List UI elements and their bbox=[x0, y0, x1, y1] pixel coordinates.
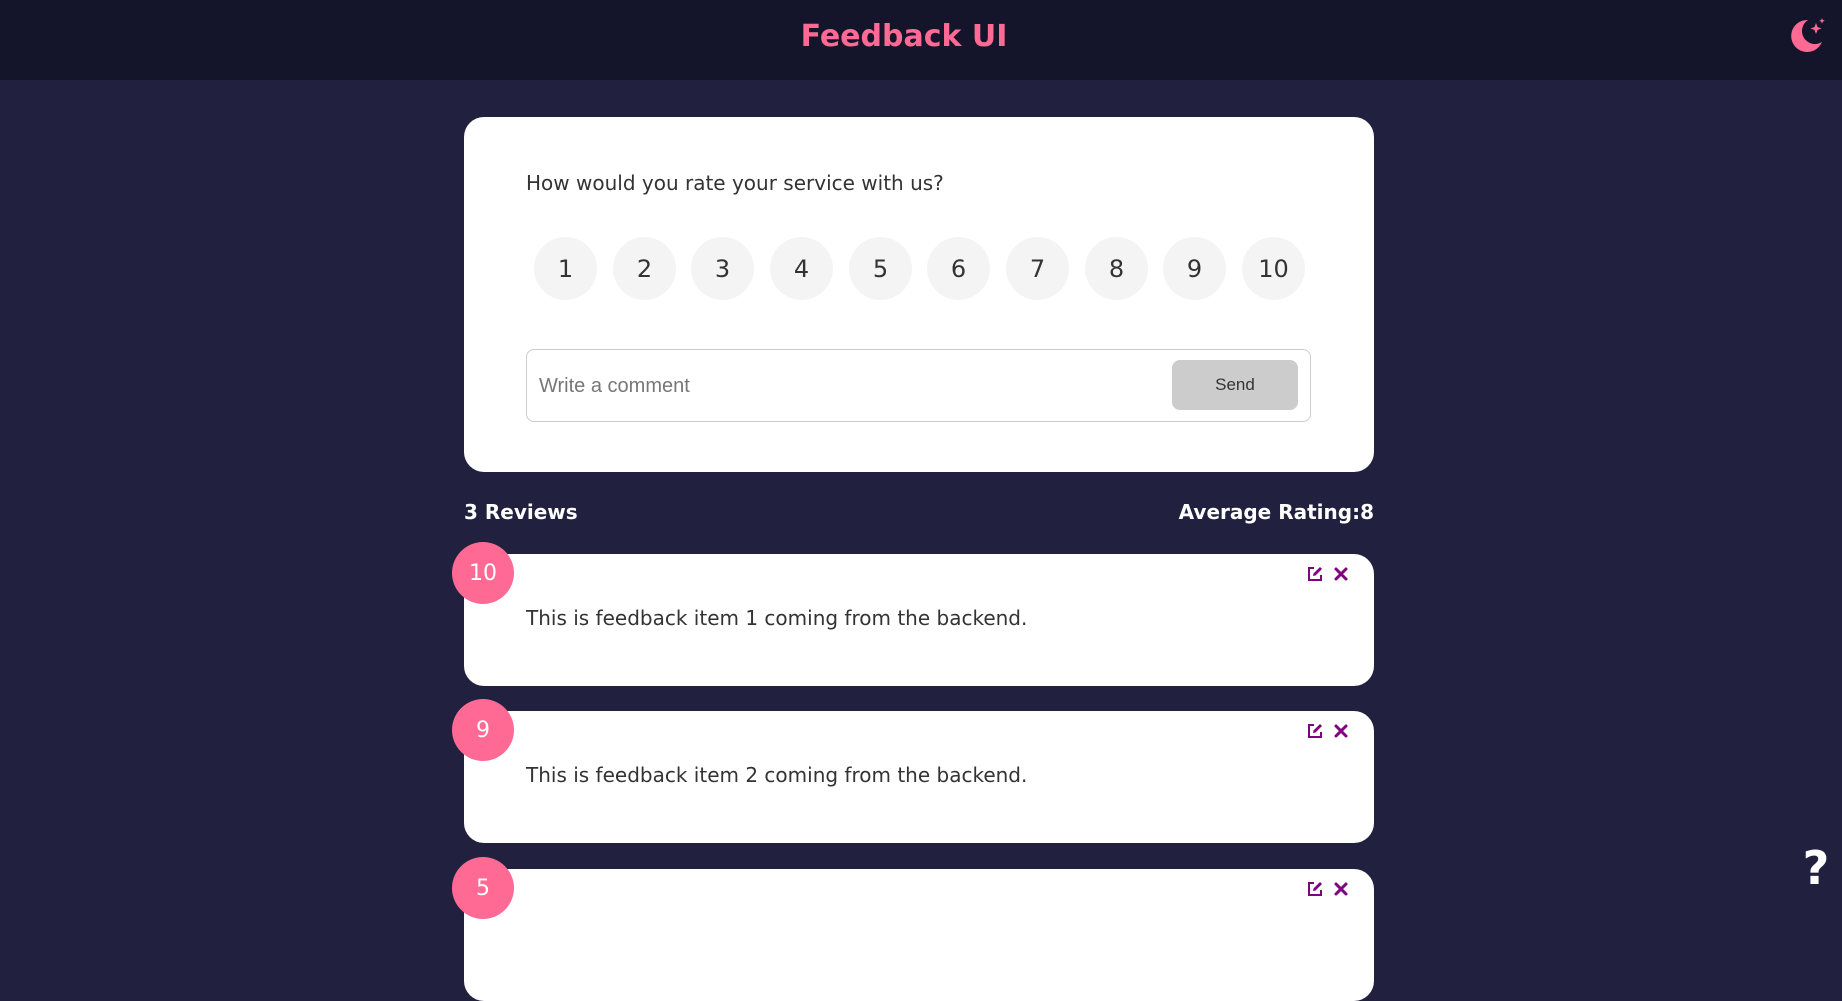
rating-option-7[interactable]: 7 bbox=[1006, 237, 1069, 300]
edit-icon[interactable] bbox=[1306, 565, 1324, 583]
rating-option-8[interactable]: 8 bbox=[1085, 237, 1148, 300]
close-icon[interactable] bbox=[1332, 880, 1350, 898]
app-title: Feedback UI bbox=[800, 18, 1008, 54]
feedback-item: 9 This is feedback item 2 coming from th… bbox=[452, 699, 1374, 843]
rating-option-6[interactable]: 6 bbox=[927, 237, 990, 300]
rating-question: How would you rate your service with us? bbox=[526, 171, 944, 195]
comment-box: Send bbox=[526, 349, 1311, 422]
question-mark-icon[interactable]: ? bbox=[1796, 842, 1836, 894]
moon-stars-icon[interactable] bbox=[1786, 16, 1826, 56]
close-icon[interactable] bbox=[1332, 722, 1350, 740]
feedback-item: 5 bbox=[452, 857, 1374, 1001]
feedback-text: This is feedback item 2 coming from the … bbox=[526, 763, 1028, 787]
rating-options: 1 2 3 4 5 6 7 8 9 10 bbox=[534, 237, 1334, 301]
rating-option-3[interactable]: 3 bbox=[691, 237, 754, 300]
rating-option-9[interactable]: 9 bbox=[1163, 237, 1226, 300]
rating-option-10[interactable]: 10 bbox=[1242, 237, 1305, 300]
rating-option-5[interactable]: 5 bbox=[849, 237, 912, 300]
edit-icon[interactable] bbox=[1306, 722, 1324, 740]
average-rating: Average Rating:8 bbox=[1178, 500, 1374, 524]
feedback-item: 10 This is feedback item 1 coming from t… bbox=[452, 542, 1374, 686]
review-count: 3 Reviews bbox=[464, 500, 578, 524]
feedback-form-card: How would you rate your service with us?… bbox=[464, 117, 1374, 472]
edit-icon[interactable] bbox=[1306, 880, 1324, 898]
comment-input[interactable] bbox=[539, 368, 1139, 404]
close-icon[interactable] bbox=[1332, 565, 1350, 583]
rating-badge: 5 bbox=[452, 857, 514, 919]
send-button[interactable]: Send bbox=[1172, 360, 1298, 410]
app-header: Feedback UI bbox=[0, 0, 1842, 80]
rating-option-1[interactable]: 1 bbox=[534, 237, 597, 300]
rating-badge: 10 bbox=[452, 542, 514, 604]
rating-option-4[interactable]: 4 bbox=[770, 237, 833, 300]
rating-badge: 9 bbox=[452, 699, 514, 761]
feedback-text: This is feedback item 1 coming from the … bbox=[526, 606, 1028, 630]
rating-option-2[interactable]: 2 bbox=[613, 237, 676, 300]
